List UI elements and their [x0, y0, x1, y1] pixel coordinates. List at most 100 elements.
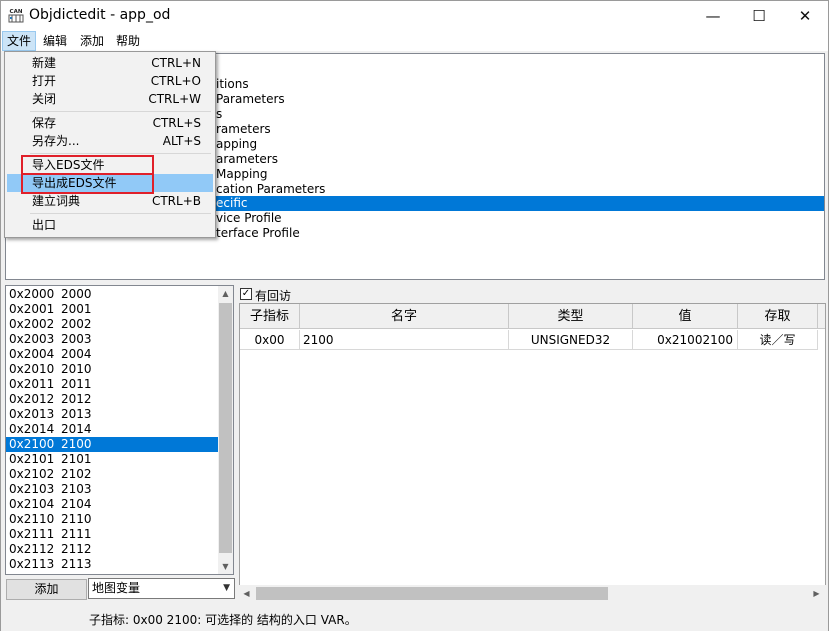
index-name: 2110: [61, 512, 92, 526]
tree-item[interactable]: Mapping: [216, 167, 268, 182]
menu-item-label: 另存为...: [32, 134, 80, 148]
list-item[interactable]: 0x2014 2014: [6, 422, 218, 437]
index-hex: 0x2100: [9, 437, 55, 451]
menu-item-close[interactable]: 关闭 CTRL+W: [7, 90, 213, 108]
column-header-value[interactable]: 值: [633, 304, 738, 329]
index-name: 2101: [61, 452, 92, 466]
list-item[interactable]: 0x2110 2110: [6, 512, 218, 527]
cell-access[interactable]: 读／写: [738, 330, 818, 350]
menu-item-label: 新建: [32, 56, 57, 70]
menu-edit[interactable]: 编辑: [39, 31, 71, 51]
index-name: 2004: [61, 347, 92, 361]
scroll-up-arrow-icon[interactable]: ▲: [218, 286, 233, 301]
menu-item-new[interactable]: 新建 CTRL+N: [7, 54, 213, 72]
scroll-thumb[interactable]: [256, 587, 608, 600]
menu-item-save[interactable]: 保存 CTRL+S: [7, 114, 213, 132]
tree-item[interactable]: itions: [216, 77, 249, 92]
index-hex: 0x2012: [9, 392, 55, 406]
list-item[interactable]: 0x2002 2002: [6, 317, 218, 332]
tree-item[interactable]: arameters: [216, 152, 278, 167]
can-app-icon: CAN: [8, 9, 24, 23]
status-text: 子指标: 0x00 2100: 可选择的 结构的入口 VAR。: [89, 613, 357, 627]
index-hex: 0x2014: [9, 422, 55, 436]
list-item[interactable]: 0x2101 2101: [6, 452, 218, 467]
menu-item-exit[interactable]: 出口: [7, 216, 213, 234]
close-button[interactable]: ✕: [782, 1, 828, 31]
index-name: 2001: [61, 302, 92, 316]
list-item[interactable]: 0x2003 2003: [6, 332, 218, 347]
index-name: 2014: [61, 422, 92, 436]
list-item[interactable]: 0x2112 2112: [6, 542, 218, 557]
callback-checkbox[interactable]: ✓: [240, 288, 252, 300]
index-hex: 0x2102: [9, 467, 55, 481]
tree-item[interactable]: cation Parameters: [216, 182, 325, 197]
index-list-scrollbar[interactable]: ▲ ▼: [218, 286, 233, 574]
list-item[interactable]: 0x2102 2102: [6, 467, 218, 482]
table-horizontal-scrollbar[interactable]: ◀ ▶: [239, 585, 826, 602]
tree-item[interactable]: rameters: [216, 122, 271, 137]
scroll-down-arrow-icon[interactable]: ▼: [218, 559, 233, 574]
list-item[interactable]: 0x2114 2114: [6, 572, 218, 574]
callback-checkbox-label: 有回访: [255, 289, 292, 303]
index-hex: 0x2111: [9, 527, 55, 541]
list-item-selected[interactable]: 0x2100 2100: [6, 437, 218, 452]
index-hex: 0x2004: [9, 347, 55, 361]
column-header-name[interactable]: 名字: [300, 304, 509, 329]
menu-item-label: 保存: [32, 116, 57, 130]
index-hex: 0x2003: [9, 332, 55, 346]
variable-type-value: 地图变量: [92, 581, 141, 595]
variable-type-select[interactable]: 地图变量 ▼: [88, 578, 235, 599]
scroll-thumb[interactable]: [219, 303, 232, 553]
column-header-type[interactable]: 类型: [509, 304, 633, 329]
list-item[interactable]: 0x2004 2004: [6, 347, 218, 362]
index-name: 2103: [61, 482, 92, 496]
index-name: 2011: [61, 377, 92, 391]
menu-file[interactable]: 文件: [2, 31, 37, 51]
menu-item-label: 关闭: [32, 92, 57, 106]
maximize-button[interactable]: ☐: [736, 1, 782, 31]
tree-item[interactable]: apping: [216, 137, 257, 152]
list-item[interactable]: 0x2103 2103: [6, 482, 218, 497]
minimize-button[interactable]: —: [690, 1, 736, 31]
list-item[interactable]: 0x2000 2000: [6, 287, 218, 302]
menu-item-open[interactable]: 打开 CTRL+O: [7, 72, 213, 90]
scroll-left-arrow-icon[interactable]: ◀: [239, 586, 254, 601]
menu-item-save-as[interactable]: 另存为... ALT+S: [7, 132, 213, 150]
index-name: 2112: [61, 542, 92, 556]
menu-separator: [30, 111, 211, 112]
cell-value[interactable]: 0x21002100: [633, 330, 738, 350]
index-list[interactable]: 0x2000 2000 0x2001 2001 0x2002 2002 0x2003 2003…: [5, 285, 234, 575]
tree-item[interactable]: Parameters: [216, 92, 285, 107]
index-hex: 0x2013: [9, 407, 55, 421]
menu-item-shortcut: ALT+S: [162, 134, 201, 148]
list-item[interactable]: 0x2001 2001: [6, 302, 218, 317]
tree-item[interactable]: vice Profile: [216, 211, 282, 226]
index-name: 2012: [61, 392, 92, 406]
list-item[interactable]: 0x2012 2012: [6, 392, 218, 407]
index-name: 2114: [61, 572, 92, 574]
column-header-access[interactable]: 存取: [738, 304, 818, 329]
column-header-subindex[interactable]: 子指标: [240, 304, 300, 329]
highlight-box-export: [21, 173, 154, 194]
list-item[interactable]: 0x2011 2011: [6, 377, 218, 392]
tree-item[interactable]: terface Profile: [216, 226, 300, 241]
list-item[interactable]: 0x2111 2111: [6, 527, 218, 542]
menu-add[interactable]: 添加: [76, 31, 108, 51]
menu-item-build-dictionary[interactable]: 建立词典 CTRL+B: [7, 192, 213, 210]
scroll-right-arrow-icon[interactable]: ▶: [809, 586, 824, 601]
list-item[interactable]: 0x2113 2113: [6, 557, 218, 572]
add-button[interactable]: 添加: [6, 579, 87, 600]
list-item[interactable]: 0x2104 2104: [6, 497, 218, 512]
cell-name[interactable]: 2100: [300, 330, 509, 350]
menu-separator: [30, 213, 211, 214]
tree-item[interactable]: s: [216, 107, 222, 122]
menu-separator: [30, 153, 211, 154]
list-item[interactable]: 0x2010 2010: [6, 362, 218, 377]
list-item[interactable]: 0x2013 2013: [6, 407, 218, 422]
cell-subindex[interactable]: 0x00: [240, 330, 300, 350]
window-title: Objdictedit - app_od: [29, 7, 171, 23]
cell-type[interactable]: UNSIGNED32: [509, 330, 633, 350]
menu-help[interactable]: 帮助: [112, 31, 144, 51]
index-name: 2003: [61, 332, 92, 346]
index-hex: 0x2112: [9, 542, 55, 556]
